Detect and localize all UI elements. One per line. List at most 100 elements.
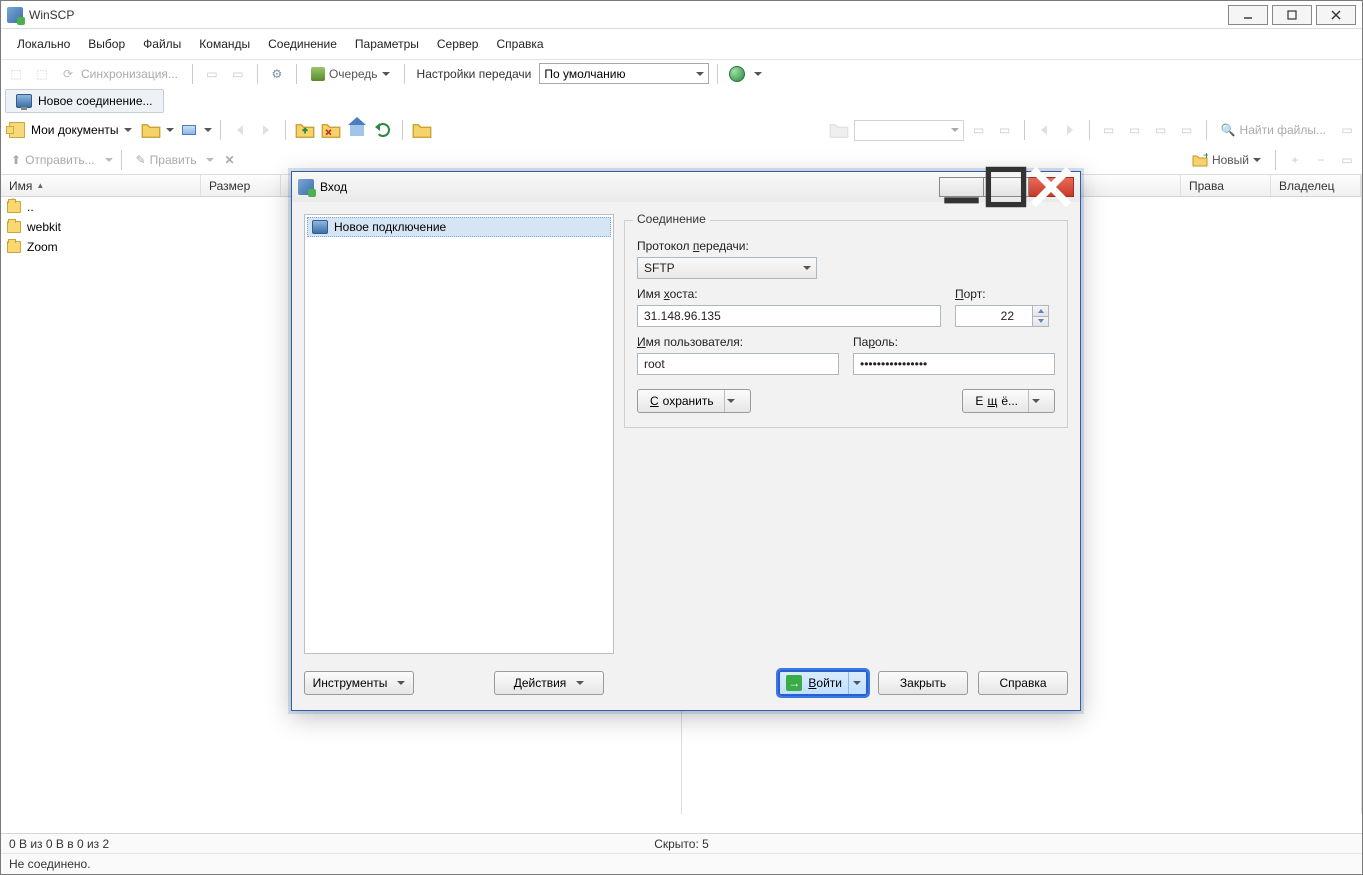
menu-options[interactable]: Параметры [347, 33, 427, 55]
remote-parent[interactable]: ▭ [1098, 119, 1120, 141]
menu-files[interactable]: Файлы [135, 33, 189, 55]
search-icon: 🔍 [1221, 123, 1236, 137]
remote-refresh[interactable]: ▭ [1176, 119, 1198, 141]
manage-button[interactable]: Действия [494, 671, 604, 695]
spinner-up[interactable] [1033, 306, 1048, 317]
save-label-post: охранить [663, 394, 714, 408]
close-button[interactable]: Закрыть [878, 671, 968, 695]
col-rights[interactable]: Права [1181, 175, 1271, 196]
plus-button[interactable]: + [1284, 149, 1306, 171]
toolbar-icon-2[interactable]: ▭ [227, 63, 249, 85]
remote-drive-select[interactable] [828, 119, 850, 141]
folder-up-icon [7, 201, 21, 213]
minimize-button[interactable] [1228, 5, 1268, 25]
bookmark-button[interactable] [411, 119, 433, 141]
minus-button[interactable]: − [1310, 149, 1332, 171]
dialog-close-button[interactable] [1029, 177, 1074, 197]
password-input[interactable] [853, 353, 1055, 375]
remote-back[interactable] [1033, 119, 1055, 141]
dialog-minimize-button[interactable] [939, 177, 984, 197]
parent-dir-button[interactable] [294, 119, 316, 141]
file-name: Zoom [27, 240, 58, 254]
remote-open-folder[interactable]: ▭ [968, 119, 990, 141]
new-button[interactable]: + Новый [1186, 151, 1267, 169]
menu-commands[interactable]: Команды [191, 33, 258, 55]
home-icon [350, 124, 364, 136]
globe-button[interactable] [726, 63, 748, 85]
queue-button[interactable]: Очередь [305, 65, 396, 83]
username-input[interactable] [637, 353, 839, 375]
col-owner[interactable]: Владелец [1271, 175, 1361, 196]
save-dropdown[interactable] [724, 390, 738, 412]
remote-root[interactable]: ▭ [1124, 119, 1146, 141]
props-button[interactable]: ▭ [1336, 149, 1358, 171]
port-spinner[interactable] [1033, 305, 1049, 327]
documents-icon [9, 122, 25, 138]
open-folder-button[interactable] [140, 119, 162, 141]
advanced-dropdown[interactable] [1028, 390, 1042, 412]
close-button[interactable] [1316, 5, 1356, 25]
menu-server[interactable]: Сервер [429, 33, 487, 55]
chevron-down-icon[interactable] [204, 128, 212, 132]
menu-session[interactable]: Соединение [260, 33, 345, 55]
session-groupbox: Соединение Протокол передачи: SFTP Имя х… [624, 220, 1068, 428]
col-size[interactable]: Размер [201, 175, 281, 196]
tools-button[interactable]: Инструменты [304, 671, 414, 695]
local-drive-select[interactable]: Мои документы [5, 120, 136, 140]
sites-list[interactable]: Новое подключение [304, 214, 614, 654]
chevron-down-icon[interactable] [105, 158, 113, 162]
remote-bookmark[interactable]: ▭ [1336, 119, 1358, 141]
synchronize-button[interactable]: ⟳ Синхронизация... [57, 65, 184, 83]
remote-filter[interactable]: ▭ [994, 119, 1016, 141]
remote-path-select[interactable] [854, 120, 964, 141]
help-button[interactable]: Справка [978, 671, 1068, 695]
login-dropdown[interactable] [848, 672, 864, 694]
gear-icon[interactable]: ⚙ [266, 63, 288, 85]
spinner-down[interactable] [1033, 317, 1048, 327]
menu-local[interactable]: Локально [9, 33, 78, 55]
chevron-down-icon[interactable] [206, 158, 214, 162]
window-title: WinSCP [29, 8, 74, 22]
chevron-down-icon[interactable] [754, 72, 762, 76]
host-input[interactable] [637, 305, 941, 327]
sync-browse-icon[interactable]: ⬚ [5, 63, 27, 85]
dialog-title: Вход [320, 180, 347, 194]
file-name: .. [27, 200, 34, 214]
edit-button[interactable]: ✎ Править [130, 151, 203, 169]
new-site-item[interactable]: Новое подключение [307, 217, 611, 237]
upload-label: Отправить... [25, 153, 95, 167]
chevron-down-icon[interactable] [166, 128, 174, 132]
delete-x-button[interactable]: ✕ [218, 151, 240, 169]
col-name[interactable]: Имя ▲ [1, 175, 201, 196]
statusbar: 0 B из 0 B в 0 из 2 Скрыто: 5 Не соедине… [1, 833, 1362, 874]
menu-mark[interactable]: Выбор [80, 33, 133, 55]
find-files-button[interactable]: 🔍 Найти файлы... [1215, 121, 1332, 139]
back-button[interactable] [229, 119, 251, 141]
dialog-titlebar[interactable]: Вход [292, 172, 1080, 202]
find-files-label: Найти файлы... [1240, 123, 1326, 137]
upload-button[interactable]: ⬆ Отправить... [5, 151, 101, 169]
remote-forward[interactable] [1059, 119, 1081, 141]
maximize-button[interactable] [1272, 5, 1312, 25]
tab-new-connection[interactable]: Новое соединение... [5, 89, 164, 113]
dialog-maximize-button[interactable] [984, 177, 1029, 197]
protocol-select[interactable]: SFTP [637, 257, 817, 279]
advanced-button[interactable]: Ещё... [962, 389, 1055, 413]
local-nav-toolbar: Мои документы ▭ ▭ ▭ ▭ ▭ ▭ 🔍 Найти файлы.… [1, 115, 1362, 145]
port-input[interactable] [955, 305, 1033, 327]
menu-help[interactable]: Справка [488, 33, 551, 55]
transfer-preset-select[interactable]: По умолчанию [539, 63, 709, 84]
arrow-left-icon [237, 125, 243, 135]
save-button[interactable]: Сохранить [637, 389, 751, 413]
login-button[interactable]: → Войти [778, 670, 868, 696]
filter-button[interactable] [178, 119, 200, 141]
toolbar-icon-1[interactable]: ▭ [201, 63, 223, 85]
compare-icon[interactable]: ⬚ [31, 63, 53, 85]
file-name: webkit [27, 220, 61, 234]
refresh-button[interactable] [372, 119, 394, 141]
forward-button[interactable] [255, 119, 277, 141]
remote-home[interactable]: ▭ [1150, 119, 1172, 141]
home-button[interactable] [346, 119, 368, 141]
root-dir-button[interactable] [320, 119, 342, 141]
status-connection: Не соединено. [9, 857, 91, 871]
